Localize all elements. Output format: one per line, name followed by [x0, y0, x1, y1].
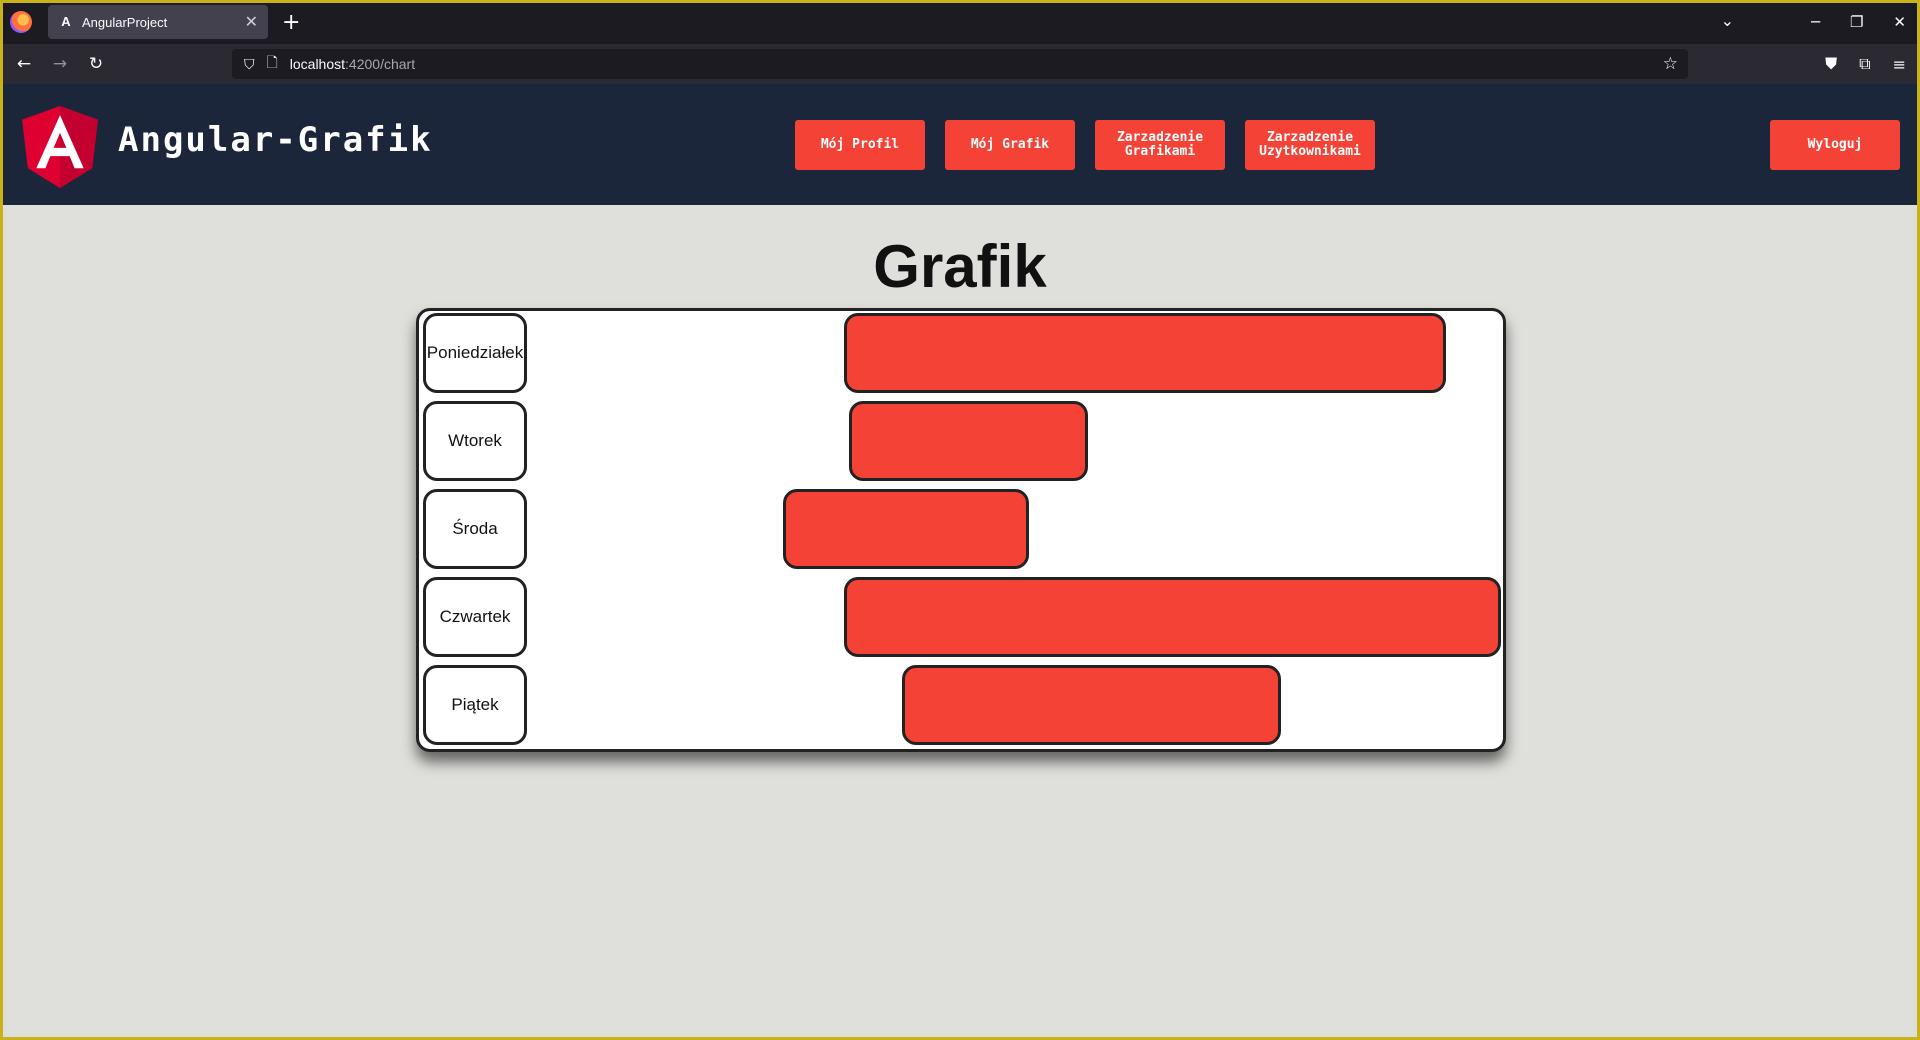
plus-icon[interactable]: +	[282, 10, 300, 35]
day-label: Wtorek	[423, 401, 527, 481]
restore-icon[interactable]: ❐	[1850, 13, 1863, 31]
back-icon[interactable]: ←	[6, 54, 42, 74]
navigation-bar: ← → ↻ ⛉ 🗋 localhost:4200/chart ☆ ⛊ ⧉ ≡	[0, 44, 1920, 84]
schedule-row: Czwartek	[419, 575, 1503, 659]
menu-icon[interactable]: ≡	[1893, 55, 1906, 74]
url-bar[interactable]: ⛉ 🗋 localhost:4200/chart ☆	[232, 49, 1688, 79]
schedule-row: Wtorek	[419, 399, 1503, 483]
shift-bar[interactable]	[902, 665, 1281, 745]
url-path: :4200/chart	[345, 56, 416, 72]
angular-logo-icon[interactable]	[22, 106, 98, 188]
shift-bar[interactable]	[844, 313, 1446, 393]
window-close-icon[interactable]: ✕	[1893, 13, 1906, 31]
firefox-icon[interactable]	[10, 11, 32, 33]
schedule-row: Piątek	[419, 663, 1503, 747]
url-text[interactable]: localhost:4200/chart	[290, 56, 415, 72]
shield-icon[interactable]: ⛉	[244, 56, 255, 73]
page-title: Grafik	[873, 233, 1047, 300]
shift-bar[interactable]	[783, 489, 1029, 569]
app-header: Angular-Grafik Mój Profil Mój Grafik Zar…	[0, 84, 1920, 205]
day-label: Czwartek	[423, 577, 527, 657]
nav-button-zarzadzenie-grafikami[interactable]: Zarzadzenie Grafikami	[1095, 120, 1225, 170]
page-icon[interactable]: 🗋	[267, 52, 278, 76]
day-label: Piątek	[423, 665, 527, 745]
tab-bar: A AngularProject ✕ + ⌄ ─ ❐ ✕	[0, 0, 1920, 44]
brand-title[interactable]: Angular-Grafik	[118, 120, 433, 160]
reload-icon[interactable]: ↻	[78, 54, 114, 74]
chevron-down-icon[interactable]: ⌄	[1721, 11, 1734, 30]
day-label: Poniedziałek	[423, 313, 527, 393]
tab-title: AngularProject	[82, 14, 168, 30]
day-label: Środa	[423, 489, 527, 569]
schedule-row: Środa	[419, 487, 1503, 571]
toolbar-icons: ⛊ ⧉ ≡	[1825, 44, 1906, 84]
nav-button-moj-grafik[interactable]: Mój Grafik	[945, 120, 1075, 170]
extensions-icon[interactable]: ⧉	[1859, 54, 1870, 74]
nav-button-moj-profil[interactable]: Mój Profil	[795, 120, 925, 170]
pocket-icon[interactable]: ⛊	[1825, 54, 1837, 74]
logout-button[interactable]: Wyloguj	[1770, 120, 1900, 170]
browser-tab[interactable]: A AngularProject ✕	[48, 5, 268, 39]
angular-favicon-icon: A	[61, 14, 71, 29]
schedule-row: Poniedziałek	[419, 311, 1503, 395]
url-host: localhost	[289, 56, 346, 72]
minimize-icon[interactable]: ─	[1811, 13, 1820, 31]
schedule-chart: Poniedziałek Wtorek Środa Czwartek Piątek	[416, 308, 1506, 752]
forward-icon[interactable]: →	[42, 54, 78, 74]
close-icon[interactable]: ✕	[245, 12, 258, 32]
shift-bar[interactable]	[849, 401, 1088, 481]
window-controls: ─ ❐ ✕	[1811, 0, 1906, 44]
nav-button-zarzadzenie-uzytkownikami[interactable]: Zarzadzenie Uzytkownikami	[1245, 120, 1375, 170]
star-icon[interactable]: ☆	[1663, 54, 1678, 74]
shift-bar[interactable]	[844, 577, 1501, 657]
